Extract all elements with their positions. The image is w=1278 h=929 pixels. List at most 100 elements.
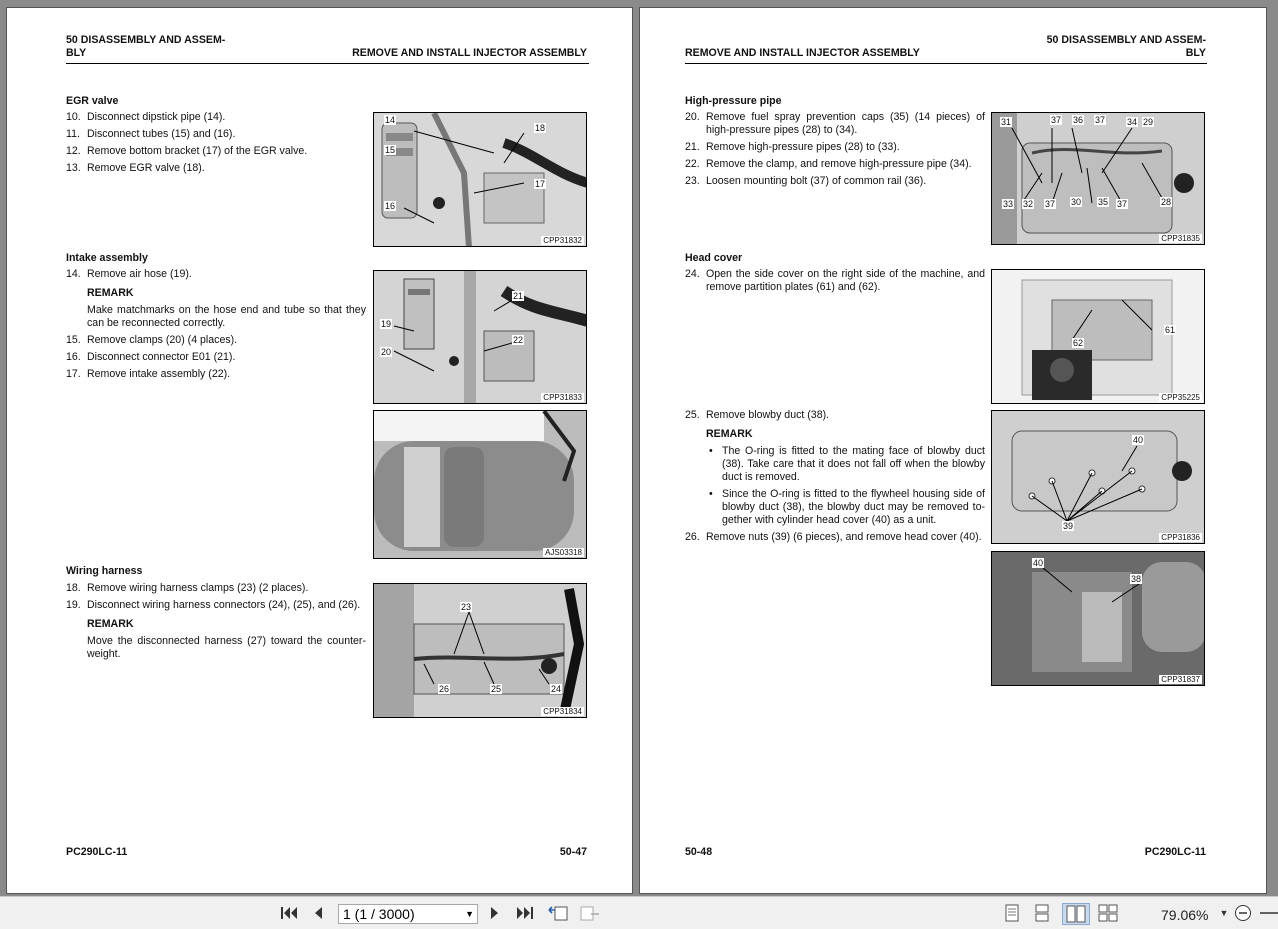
continuous-icon[interactable] [1032,903,1052,923]
chapter-header: 50 DISASSEMBLY AND ASSEM- BLY [1046,34,1206,59]
intake-steps: 14. Remove air hose (19). REMARK Make mat… [66,268,366,385]
engine-photo-illustration [374,113,586,246]
footer-page-number: 50-48 [685,846,713,858]
remark-bullet: • Since the O-ring is fitted to the flywh… [709,488,985,526]
remark-text: Move the disconnected harness (27) towar… [87,635,366,660]
callout-label: 61 [1164,325,1177,335]
zoom-in-icon[interactable] [1258,903,1278,923]
viewer-toolbar: 1 (1 / 3000) ▼ 79.06% ▼ [0,896,1278,929]
callout-label: 16 [384,201,397,211]
zoom-level[interactable]: 79.06% [1161,907,1208,923]
callout-label: 37 [1116,199,1129,209]
zoom-dropdown-icon[interactable]: ▼ [1218,903,1230,923]
section-title-wiring: Wiring harness [66,565,143,577]
footer-model: PC290LC-11 [1144,846,1206,858]
hp-steps: 20. Remove fuel spray prevention caps (35… [685,111,985,192]
last-page-icon[interactable] [514,903,536,923]
callout-label: 34 [1126,117,1139,127]
callout-label: 29 [1142,117,1155,127]
callout-label: 37 [1094,115,1107,125]
zoom-out-icon[interactable] [1232,903,1254,923]
figure-hose-matchmark: AJS03318 [373,410,587,559]
prev-view-icon[interactable] [546,903,570,923]
callout-label: 19 [380,319,393,329]
callout-label: 20 [380,347,393,357]
figure-high-pressure-pipe: 31 37 36 37 34 29 33 32 37 30 35 37 28 C… [991,112,1205,245]
page-number-input[interactable]: 1 (1 / 3000) ▼ [338,904,478,924]
step-item: 24. Open the side cover on the right side… [685,268,985,293]
figure-intake-assembly: 21 19 22 20 CPP31833 [373,270,587,404]
figure-code: CPP31833 [541,393,584,402]
callout-label: 39 [1062,521,1075,531]
hose-photo-illustration [374,411,586,558]
document-page-left: 50 DISASSEMBLY AND ASSEM- BLY REMOVE AND… [6,7,633,894]
facing-icon[interactable] [1062,903,1090,925]
figure-blowby-duct: 40 38 CPP31837 [991,551,1205,686]
callout-label: 21 [512,291,525,301]
callout-label: 38 [1130,574,1143,584]
figure-code: CPP31836 [1159,533,1202,542]
step-item: 10. Disconnect dipstick pipe (14). [66,111,226,123]
figure-code: AJS03318 [543,548,584,557]
prev-page-icon[interactable] [308,903,328,923]
engine-photo-illustration [374,271,586,403]
first-page-icon[interactable] [278,903,300,923]
callout-label: 26 [438,684,451,694]
remark-label: REMARK [87,618,134,630]
step-item: 14. Remove air hose (19). [66,268,192,280]
step-item: 16. Disconnect connector E01 (21). [66,351,236,363]
engine-photo-illustration [992,411,1204,543]
callout-label: 28 [1160,197,1173,207]
step-item: 19. Disconnect wiring harness connectors … [66,599,361,611]
section-title-high-pressure-pipe: High-pressure pipe [685,95,782,107]
callout-label: 37 [1044,199,1057,209]
machine-photo-illustration [992,270,1204,403]
next-page-icon[interactable] [486,903,504,923]
head-steps-b: 25. Remove blowby duct (38). REMARK • The … [685,409,985,548]
footer-model: PC290LC-11 [66,846,128,858]
step-item: 22. Remove the clamp, and remove high-pre… [685,158,972,170]
callout-label: 30 [1070,197,1083,207]
step-item: 17. Remove intake assembly (22). [66,368,231,380]
section-header: REMOVE AND INSTALL INJECTOR ASSEMBLY [685,47,920,59]
footer-page-number: 50-47 [559,846,587,858]
callout-label: 33 [1002,199,1015,209]
callout-label: 32 [1022,199,1035,209]
section-header: REMOVE AND INSTALL INJECTOR ASSEMBLY [352,47,587,59]
callout-label: 36 [1072,115,1085,125]
step-item: 15. Remove clamps (20) (4 places). [66,334,238,346]
step-item: 18. Remove wiring harness clamps (23) (2 … [66,582,309,594]
figure-code: CPP31834 [541,707,584,716]
callout-label: 22 [512,335,525,345]
step-item: 26. Remove nuts (39) (6 pieces), and remo… [685,531,982,543]
callout-label: 18 [534,123,547,133]
figure-code: CPP31832 [541,236,584,245]
figure-partition-plates: 61 62 CPP35225 [991,269,1205,404]
callout-label: 23 [460,602,473,612]
section-title-intake: Intake assembly [66,252,148,264]
callout-label: 37 [1050,115,1063,125]
figure-code: CPP31837 [1159,675,1202,684]
step-item: 21. Remove high-pressure pipes (28) to (3… [685,141,900,153]
header-rule [66,63,589,64]
remark-text: Make matchmarks on the hose end and tube… [87,304,366,329]
step-item: 13. Remove EGR valve (18). [66,162,205,174]
remark-label: REMARK [706,428,753,440]
callout-label: 35 [1097,197,1110,207]
engine-photo-illustration [992,113,1204,244]
remark-bullet: • The O-ring is fitted to the mating face… [709,445,985,483]
figure-head-cover: 40 39 CPP31836 [991,410,1205,544]
callout-label: 31 [1000,117,1013,127]
callout-label: 62 [1072,338,1085,348]
next-view-icon[interactable] [578,903,602,923]
figure-egr-valve: 14 18 15 17 16 CPP31832 [373,112,587,247]
header-rule [685,63,1207,64]
chapter-header: 50 DISASSEMBLY AND ASSEM- BLY [66,34,226,59]
page-dropdown-arrow[interactable]: ▼ [465,905,474,923]
step-item: 20. Remove fuel spray prevention caps (35… [685,111,985,136]
step-item: 11. Disconnect tubes (15) and (16). [66,128,236,140]
single-page-icon[interactable] [1002,903,1022,923]
continuous-facing-icon[interactable] [1096,903,1120,923]
figure-code: CPP35225 [1159,393,1202,402]
callout-label: 40 [1032,558,1045,568]
